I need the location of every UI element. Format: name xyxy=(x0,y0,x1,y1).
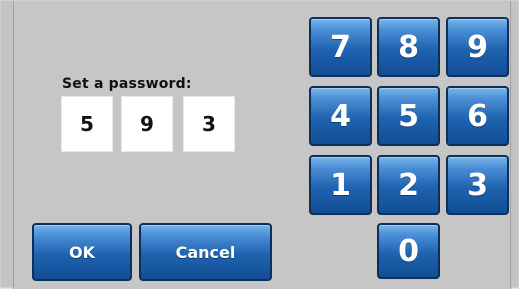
keypad-key-5[interactable]: 5 xyxy=(377,86,440,146)
password-digit-3: 3 xyxy=(183,96,235,152)
keypad-key-2[interactable]: 2 xyxy=(377,155,440,215)
keypad-key-4[interactable]: 4 xyxy=(309,86,372,146)
keypad-key-0[interactable]: 0 xyxy=(377,223,440,279)
keypad-key-3[interactable]: 3 xyxy=(446,155,509,215)
keypad-key-7[interactable]: 7 xyxy=(309,17,372,77)
password-prompt-label: Set a password: xyxy=(62,76,192,92)
cancel-button[interactable]: Cancel xyxy=(139,223,272,281)
password-screen: Set a password: 5 9 3 7 8 9 4 5 6 1 2 3 … xyxy=(0,0,519,289)
password-digit-2: 9 xyxy=(121,96,173,152)
keypad-key-6[interactable]: 6 xyxy=(446,86,509,146)
keypad-key-8[interactable]: 8 xyxy=(377,17,440,77)
keypad-key-1[interactable]: 1 xyxy=(309,155,372,215)
keypad-key-9[interactable]: 9 xyxy=(446,17,509,77)
password-digit-1: 5 xyxy=(61,96,113,152)
ok-button[interactable]: OK xyxy=(32,223,132,281)
